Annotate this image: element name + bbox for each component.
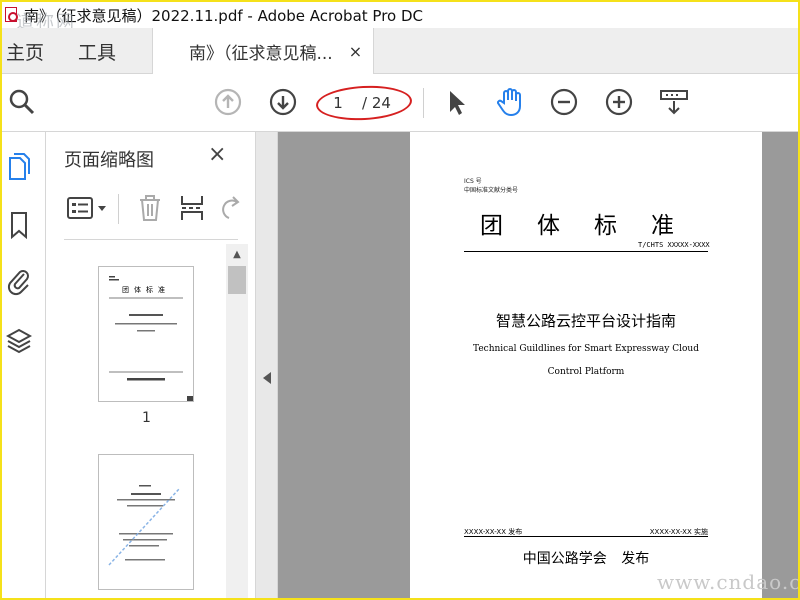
tab-document[interactable]: 南》（征求意见稿... × — [152, 28, 374, 74]
tab-bar: 主页 工具 南》（征求意见稿... × — [2, 28, 798, 74]
bookmark-icon[interactable] — [6, 210, 32, 240]
top-rule — [464, 251, 708, 252]
panel-collapse-strip[interactable] — [256, 132, 278, 598]
watermark-bottom: www.cndao.c — [657, 570, 800, 594]
attachment-icon[interactable] — [6, 266, 32, 296]
standard-number: T/CHTS XXXXX-XXXX — [638, 241, 710, 249]
page-thumbnail[interactable]: 团体标准 — [98, 266, 194, 402]
panel-close-button[interactable]: × — [208, 142, 226, 167]
thumbnail-scrollbar[interactable]: ▲ — [226, 244, 248, 598]
page-thumbnails-icon[interactable] — [6, 152, 32, 182]
document-title-zh: 智慧公路云控平台设计指南 — [495, 312, 676, 330]
delete-page-icon[interactable] — [136, 194, 164, 222]
panel-title: 页面缩略图 — [64, 150, 154, 171]
thumbnails-panel: 页面缩略图 × 团体标准 1 ▲ — [46, 132, 256, 598]
thumbnail-label: 1 — [142, 410, 151, 426]
ics-number: ICS 号 — [464, 178, 482, 185]
panel-toolbar-divider — [118, 194, 119, 224]
toolbar-divider — [423, 88, 424, 118]
hand-icon[interactable] — [494, 86, 526, 118]
standard-type-heading: 团体标准 — [480, 213, 708, 239]
window: 南》（征求意见稿）2022.11.pdf - Adobe Acrobat Pro… — [0, 0, 800, 600]
tab-home[interactable]: 主页 — [6, 38, 44, 65]
collapse-arrow-icon[interactable] — [263, 372, 271, 384]
classification-number: 中国标准文献分类号 — [464, 187, 519, 194]
publisher: 中国公路学会 发布 — [522, 551, 650, 567]
zoom-out-icon[interactable] — [548, 86, 580, 118]
bottom-rule — [464, 536, 708, 537]
scroll-thumb[interactable] — [228, 266, 246, 294]
layers-icon[interactable] — [6, 326, 32, 356]
tab-close-button[interactable]: × — [349, 42, 362, 61]
zoom-in-icon[interactable] — [603, 86, 635, 118]
panel-toolbar — [64, 188, 240, 240]
prev-page-icon[interactable] — [212, 86, 244, 118]
marquee-zoom-icon[interactable] — [658, 86, 690, 118]
publish-date: XXXX-XX-XX 发布 — [464, 528, 523, 536]
page-thumbnail[interactable] — [98, 454, 194, 590]
thumbnail-options-icon[interactable] — [66, 194, 110, 222]
document-area: ICS 号 中国标准文献分类号 团体标准 T/CHTS XXXXX-XXXX 智… — [278, 132, 798, 598]
search-icon[interactable] — [6, 86, 38, 118]
toolbar: / 24 — [2, 74, 798, 132]
scroll-up-arrow-icon[interactable]: ▲ — [226, 244, 248, 264]
select-arrow-icon[interactable] — [440, 86, 472, 118]
tab-document-label: 南》（征求意见稿... — [189, 43, 333, 64]
highlight-ellipse — [315, 83, 413, 123]
document-title-en: Technical Guildlines for Smart Expresswa… — [473, 344, 699, 377]
thumbnail-list: 团体标准 1 — [46, 242, 236, 598]
svg-text:团体标准: 团体标准 — [122, 285, 170, 294]
rotate-page-icon[interactable] — [218, 194, 242, 222]
window-title: 南》（征求意见稿）2022.11.pdf - Adobe Acrobat Pro… — [24, 6, 423, 25]
insert-page-icon[interactable] — [178, 194, 206, 222]
pdf-page: ICS 号 中国标准文献分类号 团体标准 T/CHTS XXXXX-XXXX 智… — [410, 132, 762, 598]
title-bar: 南》（征求意见稿）2022.11.pdf - Adobe Acrobat Pro… — [2, 2, 798, 33]
next-page-icon[interactable] — [267, 86, 299, 118]
tab-tools[interactable]: 工具 — [78, 38, 116, 65]
left-rail — [2, 132, 46, 598]
